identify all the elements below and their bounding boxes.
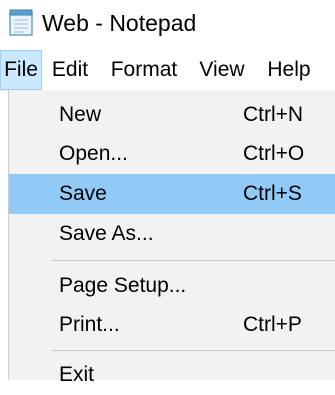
menu-view[interactable]: View — [192, 50, 252, 90]
menu-item-shortcut: Ctrl+S — [243, 182, 302, 205]
menu-item-label: Print... — [59, 313, 120, 336]
menu-file[interactable]: File — [0, 50, 42, 90]
menu-separator — [51, 260, 335, 261]
menu-format[interactable]: Format — [100, 50, 188, 90]
menu-item-page-setup[interactable]: Page Setup... — [9, 266, 335, 306]
window-title: Web - Notepad — [42, 10, 197, 36]
menu-bar: File Edit Format View Help — [0, 50, 335, 91]
menu-item-new[interactable]: New Ctrl+N — [9, 95, 335, 135]
menu-item-save-as[interactable]: Save As... — [9, 214, 335, 254]
menu-item-label: New — [59, 103, 102, 126]
menu-item-shortcut: Ctrl+P — [243, 313, 302, 336]
menu-item-label: Exit — [59, 363, 95, 386]
menu-item-label: Open... — [59, 142, 128, 165]
menu-item-print[interactable]: Print... Ctrl+P — [9, 305, 335, 345]
menu-item-label: Page Setup... — [59, 274, 187, 297]
menu-item-label: Save — [59, 182, 107, 205]
menu-help[interactable]: Help — [254, 50, 324, 90]
menu-item-label: Save As... — [59, 222, 154, 245]
menu-item-open[interactable]: Open... Ctrl+O — [9, 134, 335, 174]
menu-edit[interactable]: Edit — [44, 50, 96, 90]
menu-item-save[interactable]: Save Ctrl+S — [9, 174, 335, 214]
menu-separator — [51, 350, 335, 351]
file-menu-dropdown: New Ctrl+N Open... Ctrl+O Save Ctrl+S Sa… — [8, 90, 335, 386]
title-bar: Web - Notepad — [0, 0, 335, 46]
menu-item-exit[interactable]: Exit — [9, 355, 335, 395]
notepad-icon — [9, 9, 33, 36]
menu-item-shortcut: Ctrl+O — [243, 142, 305, 165]
menu-item-shortcut: Ctrl+N — [243, 103, 304, 126]
